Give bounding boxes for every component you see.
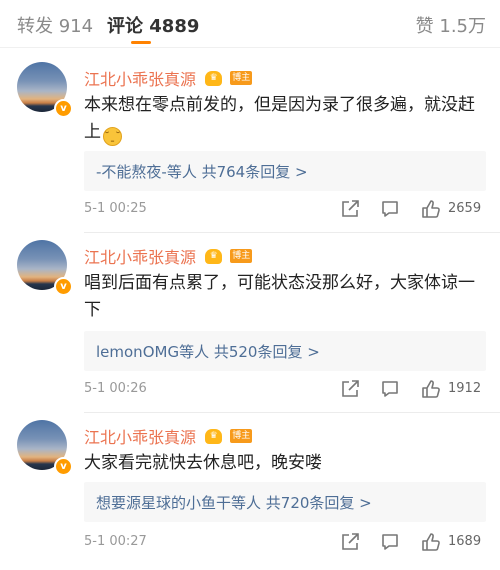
comment-icon[interactable] [379, 531, 401, 553]
comment-divider [84, 232, 500, 233]
comment-divider [84, 412, 500, 413]
comment-text-content: 本来想在零点前发的，但是因为录了很多遍，就没赶上 [84, 95, 475, 142]
comment-tabs: 转发 914 评论 4889 赞 1.5万 [0, 0, 500, 48]
reply-summary-box[interactable]: lemonOMG等人 共520条回复 > [84, 331, 486, 371]
reply-summary-link[interactable]: lemonOMG等人 共520条回复 > [96, 341, 320, 362]
like-count: 1689 [448, 534, 482, 549]
reply-summary-box[interactable]: 想要源星球的小鱼干等人 共720条回复 > [84, 482, 486, 522]
comment-time: 5-1 00:25 [84, 201, 147, 216]
host-badge: 博主 [230, 71, 253, 85]
reply-summary-link[interactable]: -不能熬夜-等人 共764条回复 > [96, 161, 308, 182]
tab-like[interactable]: 赞 1.5万 [416, 12, 486, 38]
crying-face-emoji-icon: ˘ˍ˘ [103, 127, 122, 146]
thumbs-up-icon[interactable] [420, 531, 442, 553]
member-crown-icon: ♛ [205, 70, 223, 86]
username[interactable]: 江北小乖张真源 [84, 66, 196, 90]
active-tab-indicator [131, 41, 151, 44]
verified-v-icon: v [54, 277, 73, 296]
username[interactable]: 江北小乖张真源 [84, 244, 196, 268]
comment-meta-row: 5-1 00:25 2659 [84, 198, 500, 222]
comment-text-content: 唱到后面有点累了，可能状态没那么好，大家体谅一下 [84, 273, 475, 320]
verified-v-icon: v [54, 99, 73, 118]
share-icon[interactable] [339, 531, 361, 553]
comment-text-content: 大家看完就快去休息吧，晚安喽 [84, 453, 322, 473]
tabs-divider [0, 47, 500, 48]
comment-text: 本来想在零点前发的，但是因为录了很多遍，就没赶上 ˘ˍ˘ [84, 92, 484, 146]
member-crown-icon: ♛ [205, 428, 223, 444]
comment-icon[interactable] [379, 198, 401, 220]
comment-time: 5-1 00:26 [84, 381, 147, 396]
comment-meta-row: 5-1 00:26 1912 [84, 378, 500, 402]
tab-comment[interactable]: 评论 4889 [107, 12, 199, 38]
thumbs-up-icon[interactable] [420, 378, 442, 400]
comment-text: 大家看完就快去休息吧，晚安喽 [84, 450, 484, 477]
host-badge: 博主 [230, 429, 253, 443]
comment-text: 唱到后面有点累了，可能状态没那么好，大家体谅一下 [84, 270, 484, 324]
like-count: 1912 [448, 381, 482, 396]
verified-v-icon: v [54, 457, 73, 476]
thumbs-up-icon[interactable] [420, 198, 442, 220]
like-count: 2659 [448, 201, 482, 216]
share-icon[interactable] [339, 378, 361, 400]
username[interactable]: 江北小乖张真源 [84, 424, 196, 448]
share-icon[interactable] [339, 198, 361, 220]
tab-repost[interactable]: 转发 914 [17, 12, 93, 38]
comment-meta-row: 5-1 00:27 1689 [84, 531, 500, 555]
comment-time: 5-1 00:27 [84, 534, 147, 549]
comment-icon[interactable] [379, 378, 401, 400]
reply-summary-box[interactable]: -不能熬夜-等人 共764条回复 > [84, 151, 486, 191]
host-badge: 博主 [230, 249, 253, 263]
reply-summary-link[interactable]: 想要源星球的小鱼干等人 共720条回复 > [96, 492, 372, 513]
member-crown-icon: ♛ [205, 248, 223, 264]
